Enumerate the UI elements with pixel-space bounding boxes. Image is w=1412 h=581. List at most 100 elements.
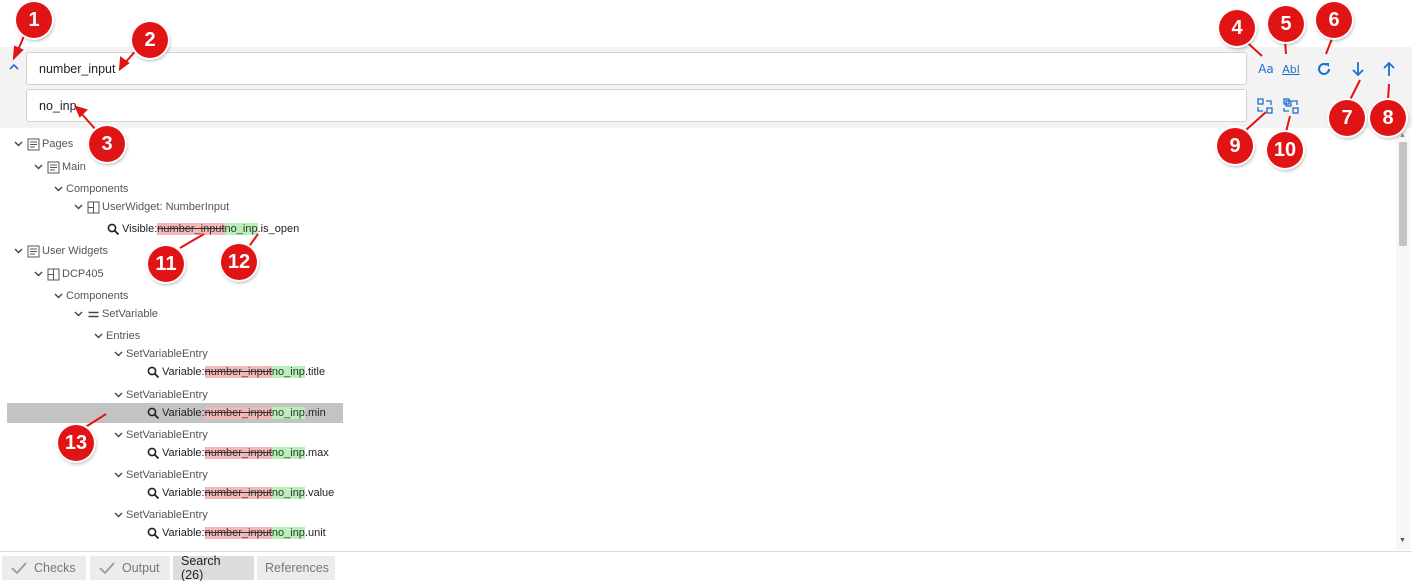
scroll-down-icon[interactable]: ▼ — [1399, 537, 1406, 544]
replace-button[interactable] — [1255, 96, 1275, 116]
tree-node-components[interactable]: Components — [52, 179, 128, 199]
search-result-visible[interactable]: Visible: number_input no_inp .is_open — [106, 219, 299, 239]
refresh-button[interactable] — [1313, 58, 1335, 80]
search-input[interactable] — [26, 52, 1247, 85]
callout-6: 6 — [1316, 2, 1352, 38]
tree-label: Components — [66, 183, 129, 195]
tab-checks[interactable]: Checks — [2, 556, 86, 580]
callout-1: 1 — [16, 2, 52, 38]
search-result-variable-selected[interactable]: Variable: number_input no_inp .min — [7, 403, 343, 423]
search-icon — [146, 526, 160, 540]
tab-search[interactable]: Search (26) — [173, 554, 254, 581]
callout-4: 4 — [1219, 10, 1255, 46]
tree-label: SetVariableEntry — [126, 469, 208, 481]
widget-icon — [46, 267, 60, 281]
chevron-down-icon[interactable] — [32, 161, 44, 173]
check-icon — [10, 561, 28, 575]
tab-references[interactable]: References — [257, 556, 335, 580]
whole-word-icon: Abl — [1282, 62, 1300, 76]
chevron-down-icon[interactable] — [72, 201, 84, 213]
tree-node-components[interactable]: Components — [52, 286, 128, 306]
callout-5: 5 — [1268, 6, 1304, 42]
tree-label: Components — [66, 290, 129, 302]
tree-node-set-variable-entry[interactable]: SetVariableEntry — [112, 505, 208, 525]
inserted-text: no_inp — [271, 527, 305, 539]
chevron-down-icon[interactable] — [32, 268, 44, 280]
search-result-variable[interactable]: Variable: number_input no_inp .max — [146, 443, 329, 463]
arrow-down-icon — [1352, 62, 1364, 77]
tree-node-set-variable-entry[interactable]: SetVariableEntry — [112, 385, 208, 405]
next-match-button[interactable] — [1347, 58, 1369, 80]
inserted-text: no_inp — [271, 447, 305, 459]
chevron-down-icon[interactable] — [12, 138, 24, 150]
result-suffix: .max — [304, 447, 329, 459]
deleted-text: number_input — [204, 527, 272, 539]
chevron-down-icon[interactable] — [52, 290, 64, 302]
replace-all-button[interactable] — [1281, 96, 1301, 116]
tree-node-set-variable[interactable]: SetVariable — [72, 304, 158, 324]
page-icon — [46, 160, 60, 174]
result-suffix: .value — [304, 487, 335, 499]
refresh-icon — [1318, 63, 1330, 75]
tree-label: SetVariableEntry — [126, 348, 208, 360]
collapse-search-button[interactable] — [6, 58, 22, 74]
deleted-text: number_input — [204, 447, 272, 459]
widget-icon — [86, 200, 100, 214]
replace-all-icon — [1283, 98, 1299, 114]
search-result-variable[interactable]: Variable: number_input no_inp .title — [146, 362, 325, 382]
tree-node-set-variable-entry[interactable]: SetVariableEntry — [112, 344, 208, 364]
tree-node-set-variable-entry[interactable]: SetVariableEntry — [112, 425, 208, 445]
callout-10: 10 — [1267, 132, 1303, 168]
tree-node-user-widget[interactable]: UserWidget: NumberInput — [72, 197, 229, 217]
chevron-down-icon[interactable] — [112, 469, 124, 481]
tab-label: Search (26) — [181, 554, 221, 581]
tree-node-set-variable-entry[interactable]: SetVariableEntry — [112, 465, 208, 485]
tree-node-entries[interactable]: Entries — [92, 326, 140, 346]
tree-node-pages[interactable]: Pages — [12, 134, 73, 154]
search-icon — [146, 365, 160, 379]
vertical-scrollbar[interactable]: ▲ ▼ — [1396, 130, 1410, 550]
search-result-variable[interactable]: Variable: number_input no_inp .value — [146, 483, 334, 503]
tree-label: SetVariableEntry — [126, 509, 208, 521]
search-icon — [146, 406, 160, 420]
chevron-down-icon[interactable] — [112, 429, 124, 441]
chevron-down-icon[interactable] — [112, 389, 124, 401]
tree-node-main[interactable]: Main — [32, 157, 86, 177]
chevron-down-icon[interactable] — [112, 348, 124, 360]
previous-match-button[interactable] — [1378, 58, 1400, 80]
result-suffix: .is_open — [257, 223, 300, 235]
whole-word-toggle[interactable]: Abl — [1280, 59, 1302, 79]
deleted-text: number_input — [204, 487, 272, 499]
deleted-text: number_input — [204, 366, 272, 378]
equals-icon — [86, 307, 100, 321]
result-prefix: Visible: — [122, 223, 158, 235]
chevron-down-icon[interactable] — [92, 330, 104, 342]
scroll-up-icon[interactable]: ▲ — [1399, 132, 1406, 139]
match-case-toggle[interactable]: Aa — [1255, 59, 1277, 79]
page-icon — [26, 244, 40, 258]
tree-node-dcp405[interactable]: DCP405 — [32, 264, 104, 284]
tab-label: References — [265, 561, 329, 575]
result-prefix: Variable: — [162, 447, 205, 459]
tree-label: SetVariableEntry — [126, 429, 208, 441]
tree-node-user-widgets[interactable]: User Widgets — [12, 241, 108, 261]
replace-icon — [1257, 98, 1273, 114]
callout-9: 9 — [1217, 128, 1253, 164]
scroll-thumb[interactable] — [1399, 142, 1407, 246]
callout-12: 12 — [221, 244, 257, 280]
tree-label: UserWidget: NumberInput — [102, 201, 230, 213]
replace-input[interactable] — [26, 89, 1247, 122]
chevron-down-icon[interactable] — [52, 183, 64, 195]
tab-output[interactable]: Output — [90, 556, 170, 580]
tree-label: DCP405 — [62, 268, 104, 280]
chevron-down-icon[interactable] — [112, 509, 124, 521]
chevron-down-icon[interactable] — [72, 308, 84, 320]
result-prefix: Variable: — [162, 487, 205, 499]
callout-13: 13 — [58, 425, 94, 461]
chevron-down-icon[interactable] — [12, 245, 24, 257]
tab-label: Output — [122, 561, 160, 575]
search-results-tree: Pages Main Components UserWidget: Number… — [0, 132, 1396, 548]
inserted-text: no_inp — [224, 223, 258, 235]
result-suffix: .min — [304, 407, 326, 419]
search-result-variable[interactable]: Variable: number_input no_inp .unit — [146, 523, 326, 543]
